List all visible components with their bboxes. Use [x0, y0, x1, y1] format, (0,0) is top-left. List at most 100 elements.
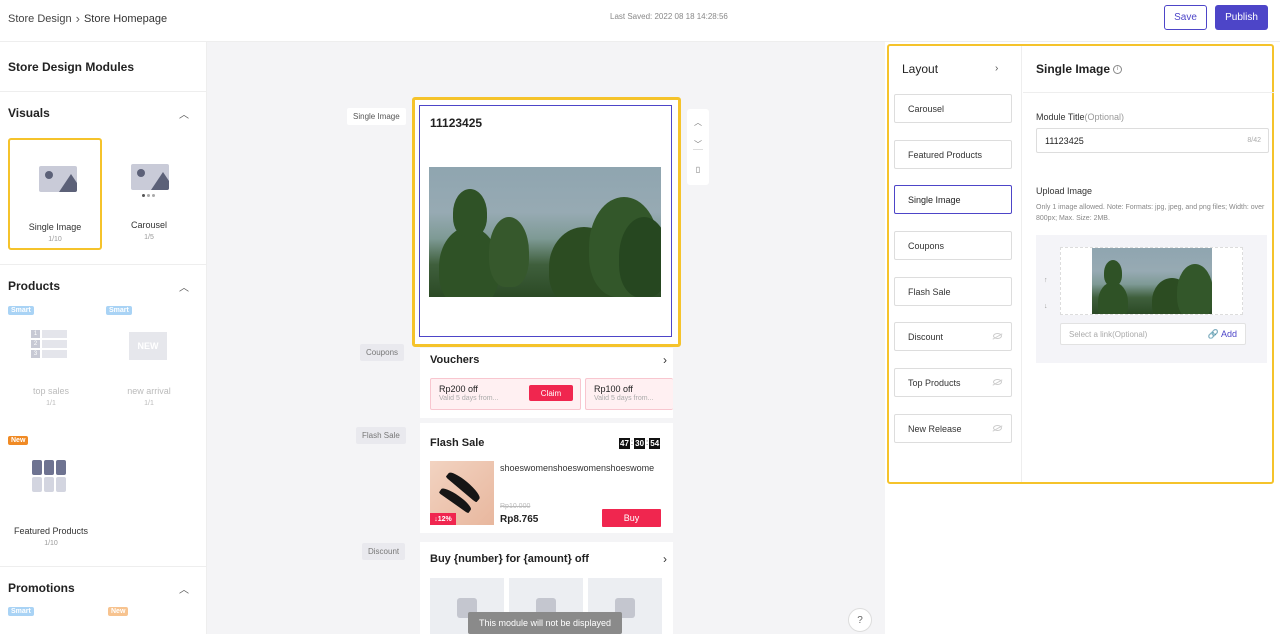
flash-sale-module[interactable]: Flash Sale 47:30:54 ↓ 12% shoeswomenshoes…	[420, 423, 673, 533]
arrow-up-icon[interactable]: ↑	[1044, 277, 1048, 284]
voucher-validity: Valid 5 days from...	[439, 395, 499, 402]
settings-panel: Layout › Carousel Featured Products Sing…	[885, 42, 1280, 634]
shoe-product-image[interactable]: ↓ 12%	[430, 461, 494, 525]
buy-button[interactable]: Buy	[602, 509, 661, 527]
eye-off-icon[interactable]	[993, 333, 1002, 339]
module-tile-label: new arrival	[127, 386, 171, 396]
layout-item-carousel[interactable]: Carousel	[894, 94, 1012, 123]
layout-item-new-release[interactable]: New Release	[894, 414, 1012, 443]
forest-image	[429, 167, 661, 297]
layout-item-coupons[interactable]: Coupons	[894, 231, 1012, 260]
discount-heading: Buy {number} for {amount} off	[430, 553, 589, 565]
vouchers-module[interactable]: Vouchers › Rp200 off Valid 5 days from..…	[420, 348, 673, 418]
module-tile-single-image[interactable]: Single Image 1/10	[8, 138, 102, 250]
breadcrumb-current: Store Homepage	[83, 12, 168, 25]
breadcrumb: Store Design › Store Homepage	[8, 11, 167, 26]
carousel-icon	[131, 164, 169, 190]
module-label-flash-sale: Flash Sale	[356, 427, 406, 444]
single-image-module[interactable]: 11123425	[412, 97, 681, 347]
info-icon[interactable]: i	[1113, 64, 1123, 74]
layout-item-flash-sale[interactable]: Flash Sale	[894, 277, 1012, 306]
grid-icon	[32, 460, 66, 492]
flash-sale-heading: Flash Sale	[430, 437, 485, 449]
module-title-input[interactable]: 11123425 8/42	[1036, 128, 1269, 153]
discount-badge: ↓ 12%	[430, 513, 456, 525]
module-settings: Single Image i Module Title(Optional) 11…	[1023, 46, 1274, 482]
module-tile-label: Featured Products	[13, 526, 89, 536]
eye-off-icon[interactable]	[993, 379, 1002, 385]
last-saved-text: Last Saved: 2022 08 18 14:28:56	[610, 12, 728, 21]
module-tile-count: 1/1	[144, 400, 154, 407]
help-icon[interactable]: ?	[848, 608, 872, 632]
section-products[interactable]: Products ︿	[0, 264, 206, 308]
single-image-module-inner[interactable]: 11123425	[419, 105, 672, 337]
chevron-right-icon[interactable]: ›	[995, 63, 998, 74]
uploaded-forest-thumbnail	[1092, 248, 1212, 314]
product-price: Rp8.765	[500, 514, 539, 525]
section-promotions[interactable]: Promotions ︿	[0, 566, 206, 610]
module-controls: ︿ ﹀ ▯	[687, 109, 709, 185]
module-tile-new-arrival[interactable]: Smart NEW new arrival 1/1	[102, 304, 196, 416]
module-tile-count: 1/1	[46, 400, 56, 407]
upload-image-label: Upload Image	[1036, 186, 1093, 196]
top-bar: Store Design › Store Homepage Last Saved…	[0, 0, 1280, 42]
chevron-up-icon[interactable]: ︿	[179, 279, 189, 294]
modules-panel: Store Design Modules Visuals ︿ Single Im…	[0, 42, 207, 634]
module-title-label: Module Title(Optional)	[1036, 112, 1125, 122]
smart-badge: Smart	[8, 607, 34, 616]
ranking-list-icon: 1 2 3	[31, 330, 67, 358]
layout-heading: Layout	[902, 62, 939, 76]
old-price: Rp10.000	[500, 503, 531, 510]
layout-item-top-products[interactable]: Top Products	[894, 368, 1012, 397]
module-tile-carousel[interactable]: Carousel 1/5	[102, 138, 196, 250]
new-arrival-icon: NEW	[129, 332, 167, 360]
module-tile-label: Single Image	[28, 222, 82, 232]
breadcrumb-root[interactable]: Store Design	[8, 13, 72, 25]
section-title: Visuals	[8, 106, 50, 120]
layout-item-featured-products[interactable]: Featured Products	[894, 140, 1012, 169]
module-tile-count: 1/10	[48, 236, 62, 243]
vouchers-heading: Vouchers	[430, 354, 480, 366]
module-tile-top-sales[interactable]: Smart 1 2 3 top sales 1/1	[4, 304, 98, 416]
link-input[interactable]: Select a link(Optional) 🔗 Add	[1060, 323, 1246, 345]
layout-item-single-image[interactable]: Single Image	[894, 185, 1012, 214]
uploaded-image-slot[interactable]	[1060, 247, 1243, 315]
chevron-up-icon[interactable]: ︿	[179, 106, 189, 121]
upload-area: ↑ ↓ Select a link(Optional) 🔗 Add	[1036, 235, 1267, 363]
claim-button[interactable]: Claim	[529, 385, 573, 401]
image-icon	[39, 166, 77, 192]
chevron-right-icon[interactable]: ›	[663, 353, 667, 367]
smart-badge: Smart	[106, 306, 132, 315]
section-visuals[interactable]: Visuals ︿	[0, 91, 206, 135]
carousel-dots-icon	[142, 194, 155, 197]
move-up-icon[interactable]: ︿	[687, 117, 709, 128]
module-label-coupons: Coupons	[360, 344, 405, 361]
module-tile-label: Carousel	[130, 220, 168, 230]
publish-button[interactable]: Publish	[1215, 5, 1268, 30]
upload-note: Only 1 image allowed. Note: Formats: jpg…	[1036, 204, 1265, 222]
character-count: 8/42	[1247, 137, 1261, 144]
module-label-single-image: Single Image	[347, 108, 406, 125]
section-title: Products	[8, 279, 61, 293]
voucher-amount: Rp100 off	[594, 384, 633, 394]
arrow-down-icon[interactable]: ↓	[1044, 303, 1048, 310]
eye-off-icon[interactable]	[993, 425, 1002, 431]
delete-icon[interactable]: ▯	[687, 165, 709, 174]
add-link-button[interactable]: 🔗 Add	[1208, 329, 1237, 340]
modules-panel-title: Store Design Modules	[8, 60, 135, 74]
settings-panel-frame: Layout › Carousel Featured Products Sing…	[887, 44, 1274, 484]
voucher-amount: Rp200 off	[439, 384, 478, 394]
voucher-validity: Valid 5 days from...	[594, 395, 654, 402]
module-tile-count: 1/5	[144, 234, 154, 241]
chevron-right-icon[interactable]: ›	[663, 552, 667, 566]
layout-item-discount[interactable]: Discount	[894, 322, 1012, 351]
smart-badge: Smart	[8, 306, 34, 315]
chevron-right-icon: ›	[75, 11, 80, 26]
chevron-up-icon[interactable]: ︿	[179, 581, 189, 596]
voucher-card[interactable]: Rp200 off Valid 5 days from... Claim	[430, 378, 581, 410]
module-tile-featured-products[interactable]: New Featured Products 1/10	[4, 434, 98, 547]
save-button[interactable]: Save	[1164, 5, 1207, 30]
link-icon: 🔗	[1207, 328, 1219, 339]
voucher-card[interactable]: Rp100 off Valid 5 days from...	[585, 378, 673, 410]
countdown-timer: 47:30:54	[619, 438, 661, 449]
